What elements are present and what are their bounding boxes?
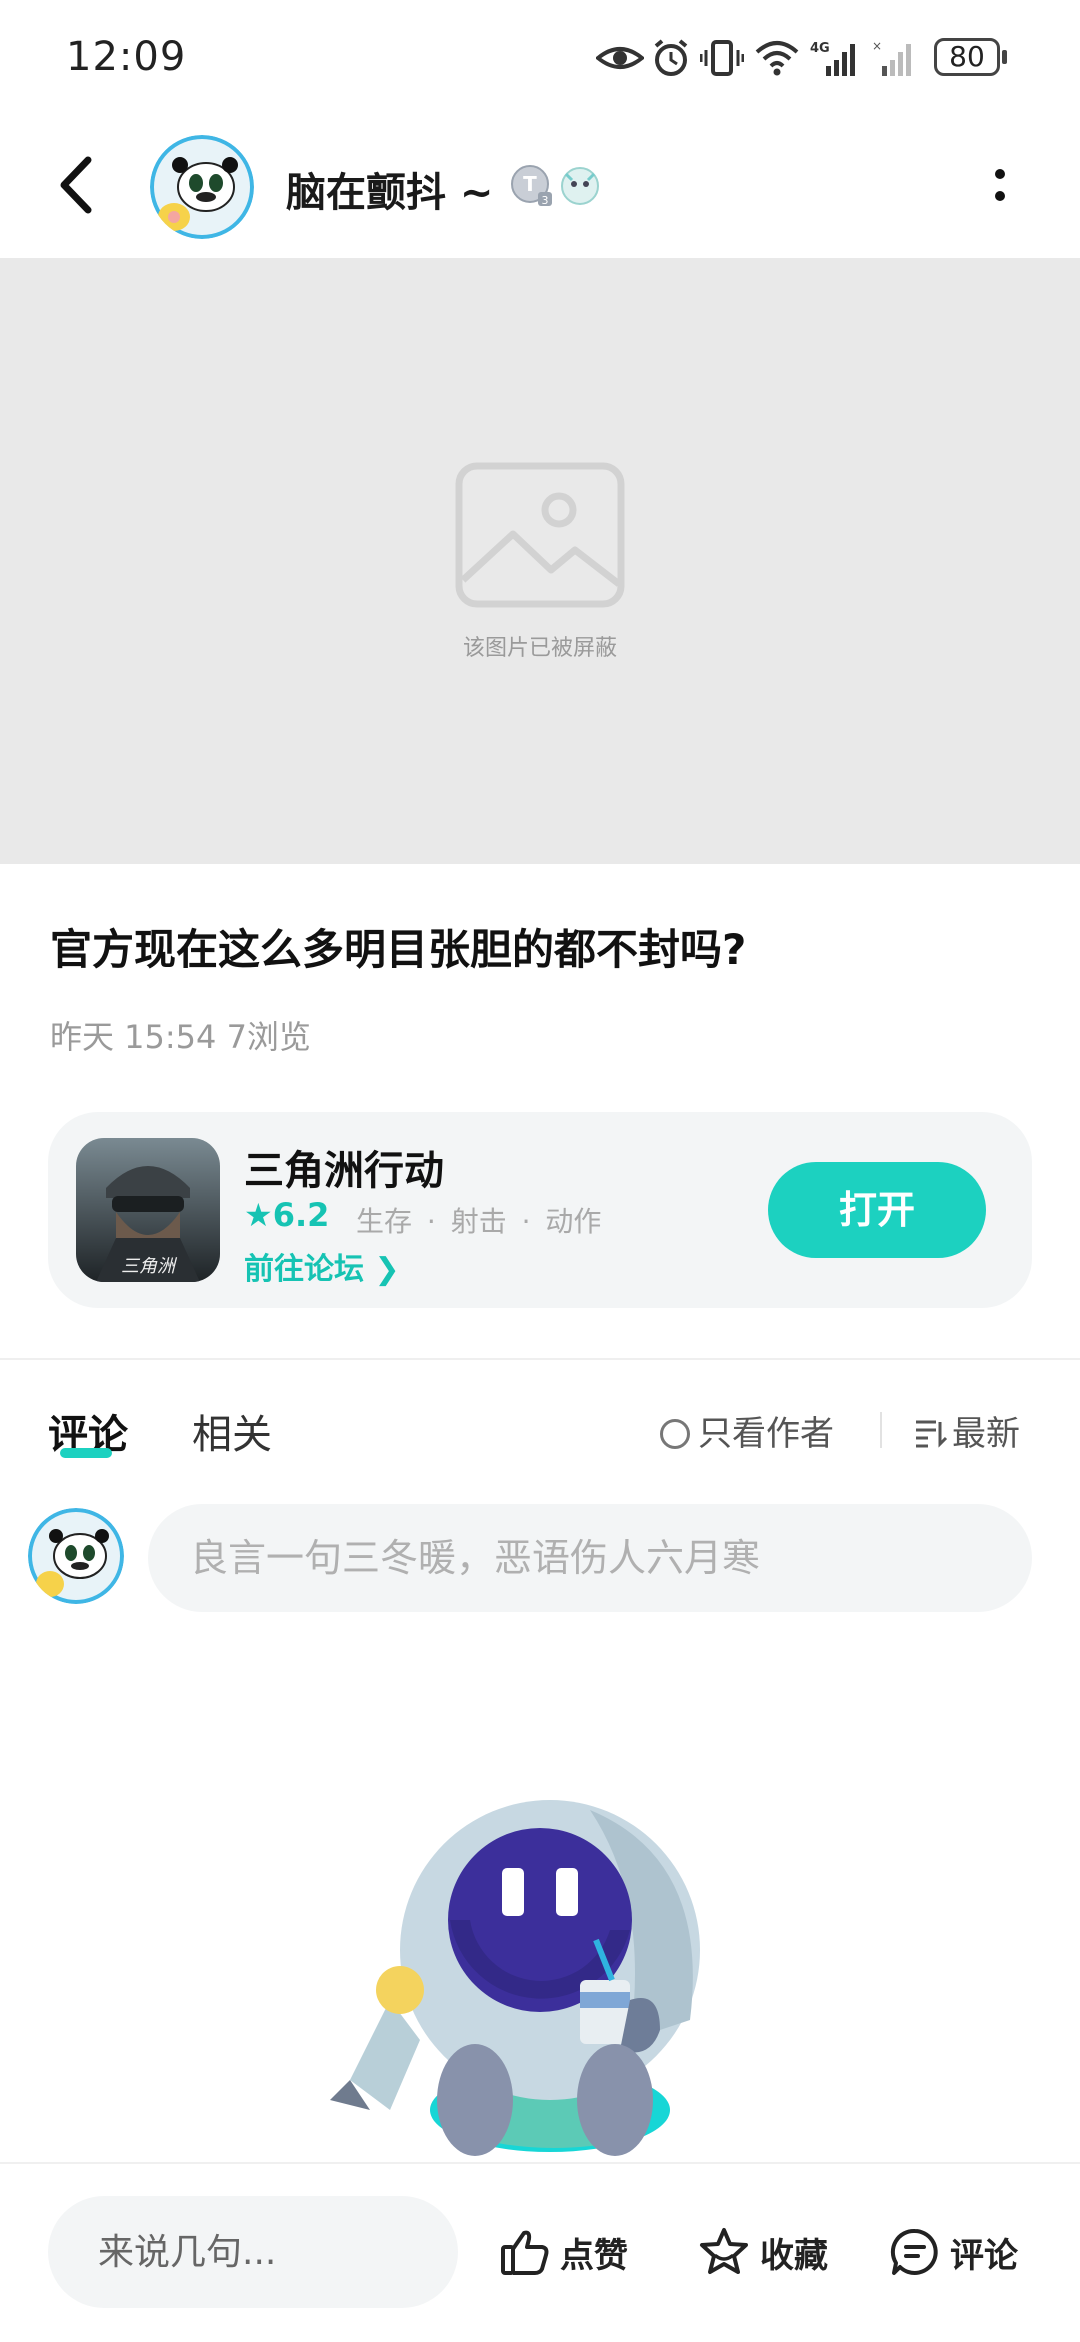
back-arrow-icon[interactable]: [52, 150, 102, 220]
sort-newest-button[interactable]: 最新: [914, 1406, 1020, 1455]
only-author-toggle[interactable]: 只看作者: [660, 1406, 834, 1455]
sort-label: 最新: [952, 1414, 1020, 1454]
blocked-image-text: 该图片已被屏蔽: [462, 636, 617, 661]
open-game-button[interactable]: 打开: [768, 1162, 986, 1258]
comment-label: 评论: [950, 2235, 1018, 2276]
star-outline-icon: [700, 2228, 748, 2274]
signal-4g-icon: 4G: [810, 41, 855, 76]
star-icon: ★: [244, 1196, 273, 1234]
game-tags: 生存 · 射击 · 动作: [356, 1205, 602, 1238]
status-bar: 12:09 4G × 80: [0, 0, 1080, 120]
svg-text:3: 3: [542, 194, 549, 207]
more-options-icon[interactable]: [988, 166, 1012, 210]
quick-comment-input[interactable]: [48, 2196, 458, 2308]
cat-badge-icon: [561, 167, 599, 205]
battery-tip: [1002, 50, 1007, 64]
game-name[interactable]: 三角洲行动: [244, 1138, 444, 1196]
eye-icon: [596, 47, 644, 69]
thumbs-up-icon: [501, 2230, 549, 2275]
empty-comments-mascot: [330, 1800, 700, 2156]
svg-text:4G: 4G: [810, 41, 830, 56]
vibrate-icon: [700, 40, 744, 76]
author-name[interactable]: 脑在颤抖 ~: [286, 160, 493, 218]
post-meta: 昨天 15:54 7浏览: [50, 1018, 311, 1056]
go-to-forum-link[interactable]: 前往论坛 ❯: [244, 1244, 400, 1288]
level-badge-icon: T 3: [511, 165, 552, 207]
svg-text:×: ×: [872, 39, 882, 53]
active-tab-indicator: [60, 1448, 112, 1458]
battery-level: 80: [949, 40, 985, 73]
favorite-label: 收藏: [760, 2235, 828, 2276]
like-button[interactable]: 点赞: [500, 2214, 628, 2290]
signal-weak-icon: ×: [872, 39, 911, 76]
comment-bubble-icon: [890, 2228, 938, 2275]
game-rating-value: 6.2: [272, 1196, 330, 1234]
my-avatar: [28, 1508, 124, 1604]
section-divider: [0, 1358, 1080, 1360]
only-author-label: 只看作者: [698, 1414, 834, 1454]
favorite-button[interactable]: 收藏: [698, 2214, 828, 2290]
game-rating: ★6.2: [244, 1196, 329, 1234]
comment-input[interactable]: [148, 1504, 1032, 1612]
game-icon[interactable]: 三角洲: [76, 1138, 220, 1282]
like-label: 点赞: [560, 2235, 628, 2276]
status-time: 12:09: [66, 34, 187, 80]
blocked-image-icon: [455, 462, 625, 608]
post-title: 官方现在这么多明目张胆的都不封吗?: [50, 925, 747, 974]
filter-separator: [880, 1412, 882, 1448]
wifi-icon: [755, 41, 799, 76]
battery-icon: 80: [934, 38, 1000, 76]
tab-related[interactable]: 相关: [192, 1402, 272, 1460]
alarm-icon: [654, 39, 688, 76]
sort-icon: [916, 1420, 948, 1448]
radio-circle-icon: [660, 1419, 690, 1449]
author-avatar[interactable]: [150, 135, 254, 239]
comment-button[interactable]: 评论: [890, 2214, 1018, 2290]
svg-text:T: T: [523, 172, 537, 196]
svg-text:三角洲: 三角洲: [121, 1256, 178, 1277]
